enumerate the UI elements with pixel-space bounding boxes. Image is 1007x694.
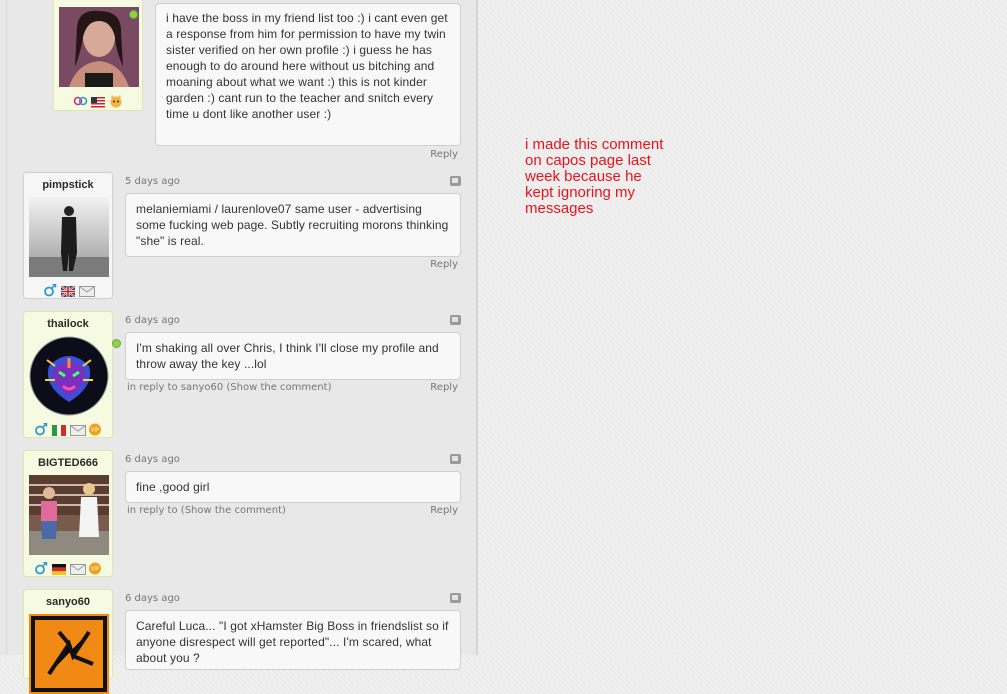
username-link[interactable]: pimpstick (24, 177, 112, 193)
uk-flag-icon (60, 282, 76, 298)
report-flag-icon[interactable] (450, 593, 461, 603)
comment-timestamp: 6 days ago (125, 315, 180, 326)
comment-text: I'm shaking all over Chris, I think I'll… (125, 332, 461, 380)
mail-icon[interactable] (70, 560, 86, 575)
comment-timestamp: 6 days ago (125, 454, 180, 465)
user-card: thailock VIP (23, 311, 121, 438)
cat-emoticon-icon (109, 93, 123, 108)
reply-link[interactable]: Reply (430, 505, 458, 516)
in-reply-to-text: in reply to sanyo60 (Show the comment) (127, 382, 331, 393)
online-status-indicator (112, 339, 121, 348)
username-link[interactable]: BIGTED666 (24, 455, 112, 471)
male-icon (34, 421, 48, 436)
user-card (53, 0, 143, 111)
avatar[interactable] (29, 336, 109, 416)
comment-text: Careful Luca... "I got xHamster Big Boss… (125, 610, 461, 670)
comments-column: i have the boss in my friend list too :)… (0, 0, 478, 694)
comment-text: i have the boss in my friend list too :)… (155, 3, 461, 146)
user-icons (24, 282, 112, 298)
user-card: sanyo60 (23, 589, 113, 694)
username-link[interactable]: thailock (24, 316, 112, 332)
couple-gender-icon (73, 93, 88, 106)
vip-badge-icon: VIP (88, 560, 102, 575)
reply-link[interactable]: Reply (430, 382, 458, 393)
comment-timestamp: 5 days ago (125, 176, 180, 187)
vip-badge-icon: VIP (88, 421, 102, 436)
italy-flag-icon (52, 421, 66, 436)
comment-timestamp: 6 days ago (125, 593, 180, 604)
avatar[interactable] (29, 197, 109, 277)
avatar[interactable] (29, 614, 109, 694)
germany-flag-icon (52, 560, 66, 575)
avatar[interactable] (29, 475, 109, 555)
online-status-indicator (129, 10, 138, 19)
comment-text: fine ,good girl (125, 471, 461, 503)
show-comment-link[interactable]: (Show the comment) (181, 505, 286, 516)
in-reply-to-text: in reply to (Show the comment) (127, 505, 286, 516)
user-icons (54, 93, 142, 108)
report-flag-icon[interactable] (450, 315, 461, 325)
user-icons: VIP (24, 421, 112, 436)
report-flag-icon[interactable] (450, 176, 461, 186)
mail-icon[interactable] (70, 421, 86, 436)
comment-text: melaniemiami / laurenlove07 same user - … (125, 193, 461, 257)
in-reply-to-label: in reply to sanyo60 (127, 382, 224, 393)
us-flag-icon (91, 93, 105, 108)
show-comment-link[interactable]: (Show the comment) (226, 382, 331, 393)
svg-text:VIP: VIP (91, 428, 99, 434)
in-reply-to-label: in reply to (127, 505, 178, 516)
annotation-note: i made this comment on capos page last w… (525, 136, 664, 217)
reply-link[interactable]: Reply (430, 149, 458, 160)
svg-text:VIP: VIP (91, 567, 99, 573)
mail-icon[interactable] (79, 282, 95, 297)
male-icon (34, 560, 48, 575)
user-card: BIGTED666 VIP (23, 450, 113, 577)
user-card: pimpstick (23, 172, 113, 299)
avatar[interactable] (59, 7, 139, 87)
user-icons: VIP (24, 560, 112, 575)
male-icon (43, 282, 57, 297)
username-link[interactable]: sanyo60 (24, 594, 112, 610)
reply-link[interactable]: Reply (430, 259, 458, 270)
report-flag-icon[interactable] (450, 454, 461, 464)
